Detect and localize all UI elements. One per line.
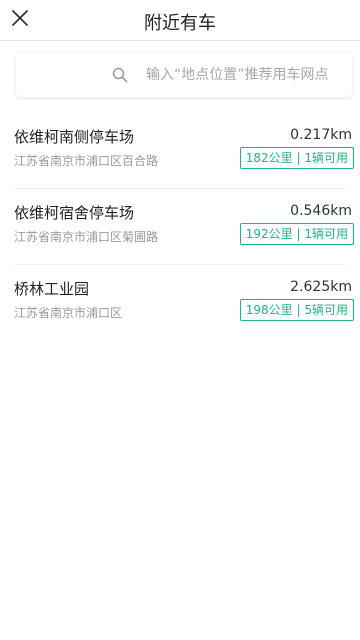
list-item-station-2[interactable]: 依维柯宿舍停车场 0.546km 江苏省南京市浦口区菊圃路 192公里 | 1辆… xyxy=(0,188,360,264)
station-address: 江苏省南京市浦口区 xyxy=(14,306,123,320)
station-list: 依维柯南侧停车场 0.217km 江苏省南京市浦口区百合路 182公里 | 1辆… xyxy=(0,112,360,340)
station-distance: 0.217km xyxy=(290,127,352,143)
search-icon xyxy=(112,67,128,83)
page-title: 附近有车 xyxy=(144,13,216,34)
station-name: 依维柯南侧停车场 xyxy=(14,128,135,146)
header-bar: 附近有车 xyxy=(0,0,360,41)
list-item-station-1[interactable]: 依维柯南侧停车场 0.217km 江苏省南京市浦口区百合路 182公里 | 1辆… xyxy=(0,112,360,188)
station-distance: 0.546km xyxy=(290,203,352,219)
availability-badge: 198公里 | 5辆可用 xyxy=(239,299,354,321)
search-input[interactable] xyxy=(136,53,356,97)
search-box[interactable] xyxy=(16,53,356,97)
station-address: 江苏省南京市浦口区菊圃路 xyxy=(14,230,159,244)
list-item-station-3[interactable]: 桥林工业园 2.625km 江苏省南京市浦口区 198公里 | 5辆可用 xyxy=(0,264,360,340)
station-distance: 2.625km xyxy=(290,279,352,295)
availability-badge: 192公里 | 1辆可用 xyxy=(239,223,354,245)
station-name: 依维柯宿舍停车场 xyxy=(14,204,135,222)
nearby-cars-page: 附近有车 依维柯南侧停车场 0.217km 江苏省南京市浦口区百合路 182公里… xyxy=(0,0,360,640)
station-address: 江苏省南京市浦口区百合路 xyxy=(14,154,159,168)
station-name: 桥林工业园 xyxy=(14,280,90,298)
availability-badge: 182公里 | 1辆可用 xyxy=(239,147,354,169)
